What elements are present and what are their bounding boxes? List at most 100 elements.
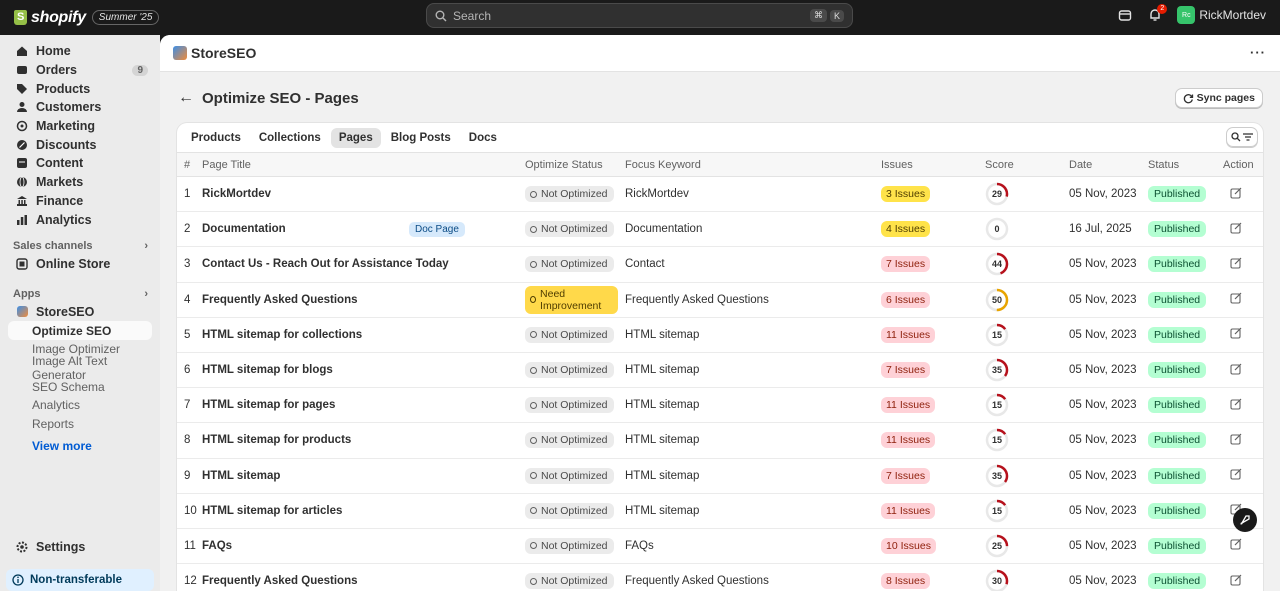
store-switcher-icon[interactable] (1117, 7, 1133, 23)
focus-keyword-cell: HTML sitemap (618, 458, 874, 494)
sidebar-item-home[interactable]: Home (0, 42, 160, 61)
sidebar-subitem-optimize-seo[interactable]: Optimize SEO (8, 321, 152, 340)
tab-products[interactable]: Products (183, 128, 249, 148)
shopify-logo[interactable]: shopify Summer '25 (14, 9, 160, 27)
edit-icon[interactable] (1230, 222, 1242, 234)
discount-icon (16, 139, 28, 151)
page-title-cell[interactable]: RickMortdev (195, 176, 518, 213)
status-badge: Published (1148, 186, 1207, 203)
tab-blog-posts[interactable]: Blog Posts (383, 128, 459, 148)
tab-collections[interactable]: Collections (251, 128, 329, 148)
row-number: 6 (177, 352, 195, 389)
sales-channels-header[interactable]: Sales channels › (0, 237, 160, 255)
page-title-text: HTML sitemap for blogs (202, 364, 333, 377)
tab-pages[interactable]: Pages (330, 127, 381, 148)
score-value: 29 (991, 189, 1002, 200)
edit-icon[interactable] (1230, 398, 1242, 410)
sidebar-item-markets[interactable]: Markets (0, 173, 160, 192)
page-title-cell[interactable]: HTML sitemap for products (195, 422, 518, 459)
page-title-cell[interactable]: HTML sitemap for collections (195, 317, 518, 353)
page-title-cell[interactable]: Frequently Asked Questions (195, 282, 518, 318)
sidebar-subitem-image-alt-text-generator[interactable]: Image Alt Text Generator (0, 354, 160, 382)
table-row[interactable]: 6 HTML sitemap for blogs Not Optimized HTML… (177, 352, 1263, 389)
user-menu[interactable]: Rc RickMortdev (1177, 6, 1266, 24)
table-row[interactable]: 2 Documentation Doc Page Not Optimized Docum… (177, 211, 1263, 248)
table-row[interactable]: 7 HTML sitemap for pages Not Optimized HTML… (177, 387, 1263, 424)
help-chat-button[interactable] (1233, 508, 1257, 532)
bell-icon[interactable]: 2 (1147, 4, 1168, 23)
status-cell: Published (1141, 246, 1216, 283)
sidebar-item-orders[interactable]: Orders 9 (0, 61, 160, 80)
sidebar-item-storeseo[interactable]: StoreSEO (0, 303, 160, 322)
table-row[interactable]: 4 Frequently Asked Questions Need Improvem… (177, 282, 1263, 318)
more-actions-icon[interactable]: ··· (1250, 45, 1266, 60)
back-arrow-icon[interactable]: ← (178, 89, 194, 107)
non-transferable-banner[interactable]: Non-transferable (6, 569, 154, 591)
sidebar-item-content[interactable]: Content (0, 154, 160, 173)
sidebar-item-customers[interactable]: Customers (0, 98, 160, 117)
edit-icon[interactable] (1230, 538, 1242, 551)
search-filter-button[interactable] (1226, 127, 1258, 147)
page-title-cell[interactable]: Documentation Doc Page (195, 211, 518, 248)
orders-count-badge: 9 (132, 64, 148, 76)
date-cell: 05 Nov, 2023 (1062, 352, 1141, 389)
table-row[interactable]: 12 Frequently Asked Questions Not Optimize… (177, 563, 1263, 591)
page-title-text: HTML sitemap (202, 469, 281, 482)
sidebar-item-products[interactable]: Products (0, 79, 160, 98)
table-row[interactable]: 1 RickMortdev Not Optimized RickMortdev 3 Is… (177, 176, 1263, 213)
info-icon (12, 574, 24, 586)
page-title-cell[interactable]: HTML sitemap for blogs (195, 352, 518, 389)
tag-icon (16, 83, 28, 95)
sidebar-item-online-store[interactable]: Online Store (0, 255, 160, 274)
sidebar-subitem-analytics[interactable]: Analytics (0, 396, 160, 415)
edit-icon[interactable] (1230, 257, 1242, 269)
sidebar-subitem-reports[interactable]: Reports (0, 415, 160, 434)
optimize-status-badge: Not Optimized (525, 537, 614, 554)
score-cell: 35 (978, 458, 1062, 494)
sidebar-item-analytics[interactable]: Analytics (0, 210, 160, 229)
edit-icon[interactable] (1230, 292, 1242, 304)
table-row[interactable]: 5 HTML sitemap for collections Not Optimiz… (177, 317, 1263, 353)
edit-icon[interactable] (1230, 574, 1242, 586)
sidebar-item-marketing[interactable]: Marketing (0, 117, 160, 136)
edit-icon[interactable] (1230, 363, 1242, 375)
date-cell: 16 Jul, 2025 (1062, 211, 1141, 248)
page-title-cell[interactable]: Contact Us - Reach Out for Assistance To… (195, 246, 518, 283)
page-title-text: HTML sitemap for collections (202, 328, 363, 341)
table-row[interactable]: 10 HTML sitemap for articles Not Optimized… (177, 493, 1263, 529)
status-dot-icon (530, 366, 537, 374)
focus-keyword-cell: Frequently Asked Questions (618, 563, 874, 591)
status-badge: Published (1148, 221, 1207, 238)
optimize-status-cell: Not Optimized (518, 246, 618, 283)
score-cell: 15 (978, 317, 1062, 353)
status-cell: Published (1141, 387, 1216, 424)
page-title-cell[interactable]: HTML sitemap for articles (195, 493, 518, 529)
score-value: 15 (991, 400, 1002, 411)
focus-keyword-cell: HTML sitemap (618, 493, 874, 529)
page-title-cell[interactable]: HTML sitemap (195, 458, 518, 494)
edit-icon[interactable] (1230, 433, 1242, 445)
sidebar-item-settings[interactable]: Settings (0, 538, 160, 557)
edit-icon[interactable] (1230, 468, 1242, 480)
search-bar[interactable]: Search ⌘ K (426, 3, 853, 28)
apps-header[interactable]: Apps › (0, 285, 160, 303)
edit-icon[interactable] (1230, 187, 1242, 199)
chevron-right-icon: › (144, 287, 148, 300)
page-title-cell[interactable]: Frequently Asked Questions (195, 563, 518, 591)
sidebar-item-discounts[interactable]: Discounts (0, 135, 160, 154)
table-row[interactable]: 8 HTML sitemap for products Not Optimized H… (177, 422, 1263, 459)
table-row[interactable]: 11 FAQs Not Optimized FAQs 10 Issues 25 05 Nov… (177, 528, 1263, 565)
table-row[interactable]: 9 HTML sitemap Not Optimized HTML sitemap 7 … (177, 458, 1263, 494)
score-value: 50 (991, 294, 1002, 305)
edit-icon[interactable] (1230, 327, 1242, 339)
status-badge: Published (1148, 573, 1207, 590)
optimize-status-badge: Not Optimized (525, 432, 614, 449)
sync-pages-button[interactable]: Sync pages (1174, 88, 1263, 108)
table-row[interactable]: 3 Contact Us - Reach Out for Assistance T… (177, 246, 1263, 283)
page-title-cell[interactable]: HTML sitemap for pages (195, 387, 518, 424)
sidebar-item-finance[interactable]: Finance (0, 192, 160, 211)
view-more-link[interactable]: View more (0, 437, 160, 455)
page-title-cell[interactable]: FAQs (195, 528, 518, 565)
action-cell (1216, 246, 1263, 283)
tab-docs[interactable]: Docs (461, 128, 505, 148)
